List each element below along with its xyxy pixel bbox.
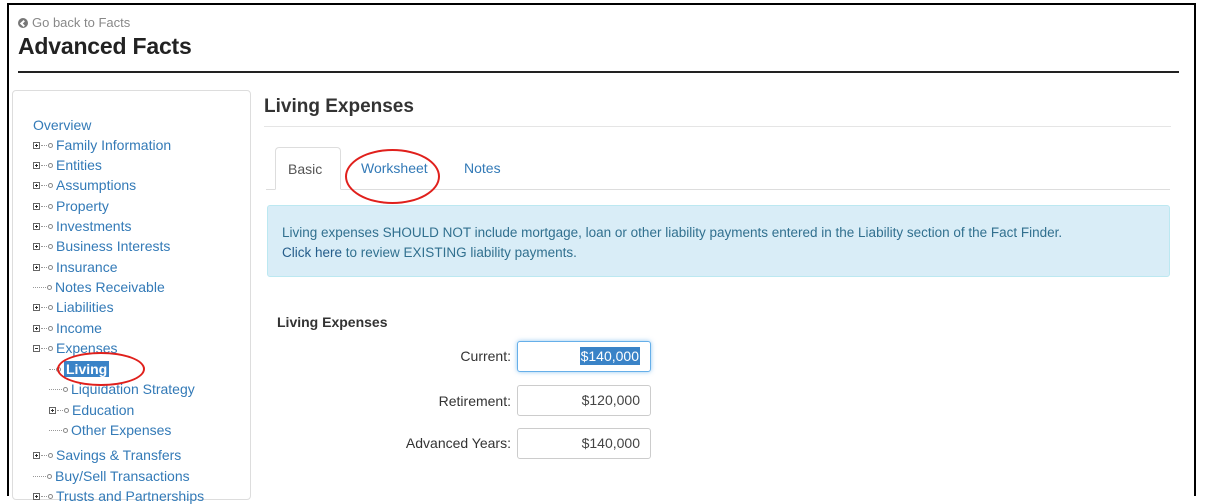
expand-icon[interactable] bbox=[33, 161, 40, 169]
sidebar-item-liquidation-strategy[interactable]: Liquidation Strategy bbox=[49, 381, 195, 397]
expand-icon[interactable] bbox=[33, 451, 40, 459]
sidebar-item-label: Other Expenses bbox=[71, 422, 172, 438]
living-expenses-label: Living Expenses bbox=[277, 314, 388, 330]
sidebar-item-label: Notes Receivable bbox=[55, 279, 165, 295]
alert-text: Living expenses SHOULD NOT include mortg… bbox=[282, 225, 1063, 240]
current-label: Current: bbox=[460, 348, 511, 364]
sidebar-item-investments[interactable]: Investments bbox=[33, 218, 131, 234]
sidebar-item-other-expenses[interactable]: Other Expenses bbox=[49, 422, 171, 438]
sidebar-item-label: Business Interests bbox=[56, 238, 171, 254]
sidebar-item-label: Trusts and Partnerships bbox=[56, 488, 205, 504]
sidebar-item-liabilities[interactable]: Liabilities bbox=[33, 299, 114, 315]
expand-icon[interactable] bbox=[33, 202, 40, 210]
sidebar-item-living[interactable]: Living bbox=[49, 361, 110, 377]
sidebar-item-label: Expenses bbox=[56, 340, 118, 356]
retirement-input[interactable]: $120,000 bbox=[517, 385, 651, 416]
sidebar-item-label: Overview bbox=[33, 117, 92, 133]
expand-icon[interactable] bbox=[33, 141, 40, 149]
sidebar-item-income[interactable]: Income bbox=[33, 320, 102, 336]
circle-arrow-left-icon bbox=[18, 17, 28, 28]
sidebar-item-label: Buy/Sell Transactions bbox=[55, 468, 190, 484]
expand-icon[interactable] bbox=[33, 222, 40, 230]
sidebar-item-label: Entities bbox=[56, 157, 102, 173]
sidebar-item-overview[interactable]: Overview bbox=[33, 117, 91, 133]
tree-node-icon bbox=[63, 427, 68, 433]
tree-node-icon bbox=[48, 182, 53, 188]
current-value: $140,000 bbox=[579, 347, 640, 365]
sidebar-item-insurance[interactable]: Insurance bbox=[33, 259, 117, 275]
sidebar-item-label: Property bbox=[56, 198, 109, 214]
collapse-icon[interactable] bbox=[33, 344, 40, 352]
expand-icon[interactable] bbox=[33, 242, 40, 250]
tab-notes[interactable]: Notes bbox=[452, 147, 512, 189]
section-heading: Living Expenses bbox=[264, 96, 414, 117]
advanced-years-label: Advanced Years: bbox=[405, 435, 511, 451]
retirement-label: Retirement: bbox=[438, 393, 511, 409]
tree-node-icon bbox=[47, 284, 52, 290]
sidebar-item-label: Assumptions bbox=[56, 177, 137, 193]
tree-node-icon bbox=[48, 345, 53, 351]
sidebar-item-label: Family Information bbox=[56, 137, 172, 153]
tree-node-icon bbox=[48, 223, 53, 229]
page-title: Advanced Facts bbox=[18, 33, 192, 59]
sidebar-item-property[interactable]: Property bbox=[33, 198, 109, 214]
back-link-label: Go back to Facts bbox=[32, 15, 131, 30]
sidebar-item-entities[interactable]: Entities bbox=[33, 157, 102, 173]
heading-divider bbox=[264, 126, 1171, 127]
tree-node-icon bbox=[48, 203, 53, 209]
sidebar-item-expenses[interactable]: Expenses bbox=[33, 340, 117, 356]
tree-node-icon bbox=[47, 473, 52, 479]
expand-icon[interactable] bbox=[33, 181, 40, 189]
tree-node-icon bbox=[48, 452, 53, 458]
tree-node-icon bbox=[48, 162, 53, 168]
expand-icon[interactable] bbox=[33, 324, 40, 332]
expand-icon[interactable] bbox=[33, 492, 40, 500]
tree-node-icon bbox=[63, 386, 68, 392]
sidebar-item-assumptions[interactable]: Assumptions bbox=[33, 177, 136, 193]
liability-info-alert: Living expenses SHOULD NOT include mortg… bbox=[267, 205, 1170, 277]
advanced-years-input[interactable]: $140,000 bbox=[517, 428, 651, 459]
sidebar-item-label: Living bbox=[64, 361, 110, 377]
expand-icon[interactable] bbox=[33, 263, 40, 271]
tree-node-icon bbox=[48, 493, 53, 499]
sidebar-item-trusts-partnerships[interactable]: Trusts and Partnerships bbox=[33, 488, 204, 504]
tree-node-icon bbox=[64, 407, 69, 413]
sidebar-item-label: Liabilities bbox=[56, 299, 114, 315]
tree-node-icon bbox=[48, 325, 53, 331]
sidebar-item-label: Investments bbox=[56, 218, 132, 234]
expand-icon[interactable] bbox=[33, 303, 40, 311]
tree-node-icon bbox=[48, 264, 53, 270]
click-here-link[interactable]: Click here bbox=[282, 245, 342, 260]
sidebar-item-label: Savings & Transfers bbox=[56, 447, 182, 463]
sidebar-item-savings-transfers[interactable]: Savings & Transfers bbox=[33, 447, 181, 463]
title-divider bbox=[18, 71, 1179, 73]
expand-icon[interactable] bbox=[49, 406, 56, 414]
current-input[interactable]: $140,000 bbox=[517, 341, 651, 372]
tree-node-icon bbox=[48, 304, 53, 310]
sidebar-item-family-information[interactable]: Family Information bbox=[33, 137, 171, 153]
sidebar-item-education[interactable]: Education bbox=[49, 402, 134, 418]
sidebar-item-notes-receivable[interactable]: Notes Receivable bbox=[33, 279, 165, 295]
sidebar-item-label: Education bbox=[72, 402, 135, 418]
alert-link-suffix: to review EXISTING liability payments. bbox=[342, 245, 577, 260]
tree-node-icon bbox=[56, 366, 61, 372]
sidebar-item-buy-sell-transactions[interactable]: Buy/Sell Transactions bbox=[33, 468, 190, 484]
sidebar-item-label: Insurance bbox=[56, 259, 118, 275]
tree-node-icon bbox=[48, 243, 53, 249]
sidebar-item-label: Liquidation Strategy bbox=[71, 381, 195, 397]
back-to-facts-link[interactable]: Go back to Facts bbox=[18, 15, 130, 30]
tree-node-icon bbox=[48, 142, 53, 148]
sidebar-item-label: Income bbox=[56, 320, 102, 336]
tab-basic[interactable]: Basic bbox=[275, 147, 341, 190]
tab-bar: Basic Worksheet Notes bbox=[266, 147, 1170, 190]
sidebar-tree: Overview Family Information Entities Ass… bbox=[12, 90, 251, 504]
sidebar-item-business-interests[interactable]: Business Interests bbox=[33, 238, 170, 254]
tab-worksheet[interactable]: Worksheet bbox=[349, 147, 443, 189]
